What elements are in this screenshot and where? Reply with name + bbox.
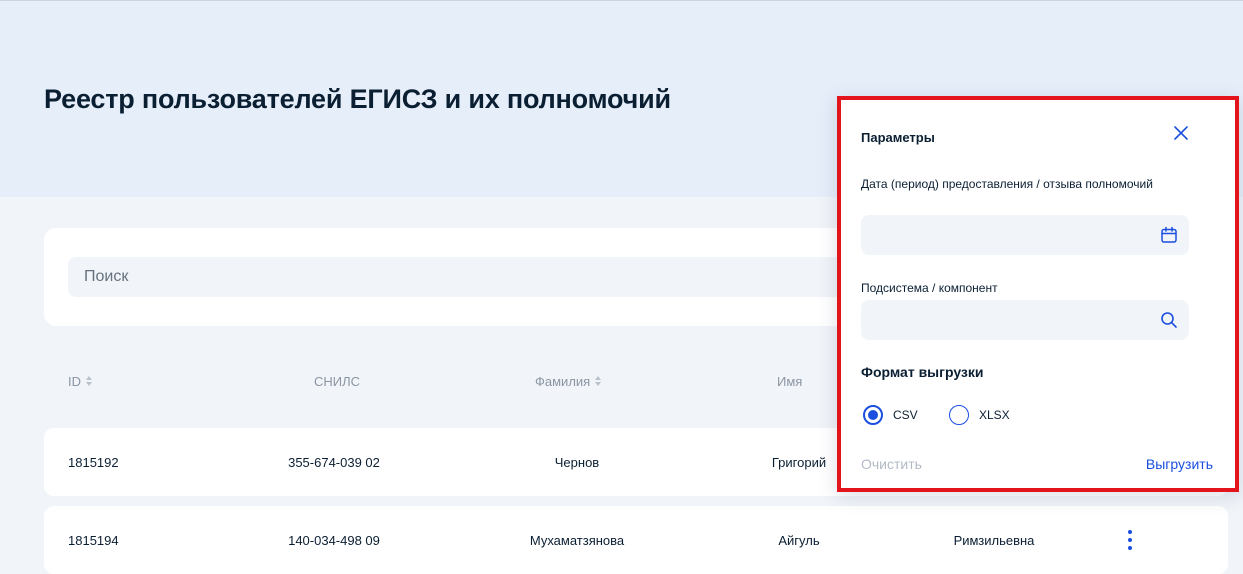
cell-surname: Мухаматзянова xyxy=(529,532,625,548)
export-format-title: Формат выгрузки xyxy=(861,364,984,380)
calendar-icon[interactable] xyxy=(1159,225,1179,245)
close-icon[interactable] xyxy=(1171,123,1191,143)
format-option-xlsx[interactable]: XLSX xyxy=(949,405,1010,425)
cell-name: Айгуль xyxy=(778,532,820,548)
subsystem-field[interactable] xyxy=(861,300,1189,340)
column-header-snils-label: СНИЛС xyxy=(314,374,361,389)
subsystem-label: Подсистема / компонент xyxy=(861,281,998,295)
cell-snils: 355-674-039 02 xyxy=(288,454,380,470)
cell-patronymic: Римзильевна xyxy=(953,532,1035,548)
format-option-label: CSV xyxy=(893,408,918,422)
search-icon[interactable] xyxy=(1159,310,1179,330)
column-header-surname-label: Фамилия xyxy=(535,374,591,389)
cell-snils: 140-034-498 09 xyxy=(288,532,380,548)
sort-icon[interactable] xyxy=(594,375,602,388)
column-header-id-label: ID xyxy=(68,374,81,389)
page-title: Реестр пользователей ЕГИСЗ и их полномоч… xyxy=(44,84,671,114)
format-option-label: XLSX xyxy=(979,408,1010,422)
column-header-surname[interactable]: Фамилия xyxy=(535,374,602,389)
clear-button[interactable]: Очистить xyxy=(861,456,922,472)
radio-xlsx[interactable] xyxy=(949,405,969,425)
column-header-id[interactable]: ID xyxy=(68,374,93,389)
format-option-csv[interactable]: CSV xyxy=(863,405,918,425)
column-header-snils: СНИЛС xyxy=(314,374,360,389)
cell-id: 1815192 xyxy=(68,454,119,470)
export-button[interactable]: Выгрузить xyxy=(1146,456,1213,472)
radio-csv[interactable] xyxy=(863,405,883,425)
export-parameters-panel: Параметры Дата (период) предоставления /… xyxy=(837,96,1239,492)
cell-id: 1815194 xyxy=(68,532,119,548)
column-header-name: Имя xyxy=(777,374,802,389)
date-period-label: Дата (период) предоставления / отзыва по… xyxy=(861,177,1153,191)
panel-title: Параметры xyxy=(861,130,935,145)
column-header-name-label: Имя xyxy=(777,374,803,389)
cell-surname: Чернов xyxy=(554,454,600,470)
sort-icon[interactable] xyxy=(85,375,93,388)
table-row[interactable]: 1815194 140-034-498 09 Мухаматзянова Айг… xyxy=(44,506,1228,574)
date-period-field[interactable] xyxy=(861,215,1189,255)
more-vertical-icon[interactable] xyxy=(1127,530,1133,550)
